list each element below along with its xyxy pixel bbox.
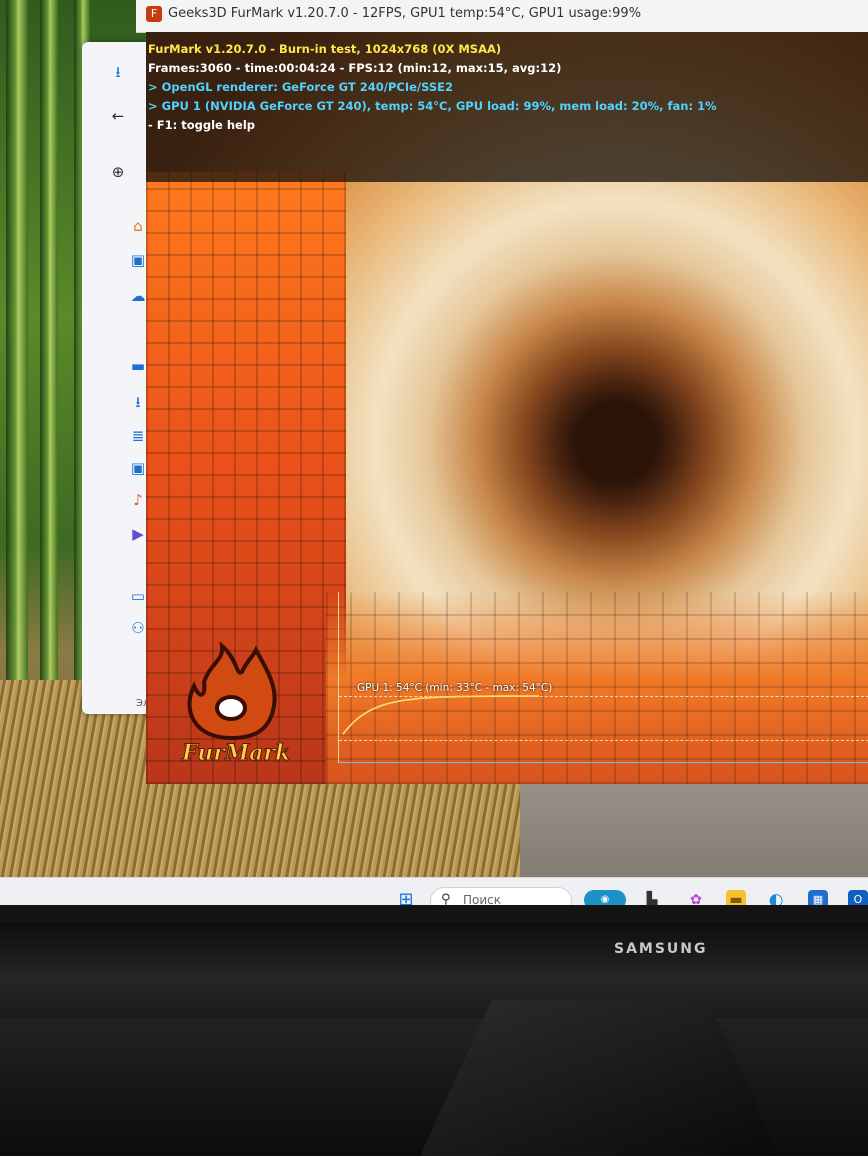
- search-placeholder: Поиск: [463, 893, 502, 905]
- new-plus-icon[interactable]: ⊕: [110, 164, 126, 180]
- documents-folder-icon[interactable]: ≣: [130, 428, 146, 444]
- network-icon[interactable]: ⚇: [130, 620, 146, 636]
- taskbar-search[interactable]: ⚲ Поиск: [430, 887, 572, 905]
- desktop-folder-icon[interactable]: ▬: [130, 358, 146, 374]
- back-arrow-icon[interactable]: ←: [110, 108, 126, 124]
- furmark-logo: FurMark: [176, 640, 326, 782]
- home-icon[interactable]: ⌂: [130, 218, 146, 234]
- pictures-folder-icon[interactable]: ▣: [130, 460, 146, 476]
- furmark-render-viewport[interactable]: FurMark v1.20.7.0 - Burn-in test, 1024x7…: [146, 32, 868, 784]
- widgets-icon[interactable]: ◉: [584, 890, 626, 905]
- hud-frames-line: Frames:3060 - time:00:04:24 - FPS:12 (mi…: [148, 61, 562, 75]
- onedrive-icon[interactable]: ☁: [130, 288, 146, 304]
- furmark-titlebar[interactable]: F Geeks3D FurMark v1.20.7.0 - 12FPS, GPU…: [136, 0, 868, 33]
- start-icon[interactable]: ⊞: [396, 890, 416, 906]
- window-title: Geeks3D FurMark v1.20.7.0 - 12FPS, GPU1 …: [168, 6, 642, 21]
- monitor-bezel: [0, 923, 868, 1018]
- copilot-icon[interactable]: ✿: [686, 890, 706, 905]
- furmark-icon: F: [146, 6, 162, 22]
- edge-icon[interactable]: ◐: [766, 890, 786, 905]
- search-icon: ⚲: [441, 892, 451, 905]
- temperature-graph: GPU 1: 54°C (min: 33°C - max: 54°C): [338, 592, 868, 763]
- videos-folder-icon[interactable]: ▶: [130, 526, 146, 542]
- downloads-folder-icon[interactable]: ⭳: [130, 394, 146, 410]
- temperature-curve: [342, 695, 539, 735]
- bamboo-wallpaper: [40, 0, 58, 700]
- download-icon[interactable]: ⭳: [110, 64, 126, 80]
- monitor-brand-logo: SAMSUNG: [614, 941, 708, 957]
- store-icon[interactable]: ▦: [808, 890, 828, 905]
- hud-overlay: FurMark v1.20.7.0 - Burn-in test, 1024x7…: [146, 32, 868, 182]
- this-pc-icon[interactable]: ▭: [130, 588, 146, 604]
- task-view-icon[interactable]: ▙: [642, 890, 662, 905]
- file-explorer-icon[interactable]: ▬: [726, 890, 746, 905]
- desktop-photo: ⭳ ← ⊕ ⌂ ▣ ☁ ▬ ⭳ ≣ ▣ ♪ ▶ ▭ ⚇ Элеме F Geek…: [0, 0, 868, 905]
- windows-taskbar: ⊞ ⚲ Поиск ◉ ▙ ✿ ▬ ◐ ▦ O: [0, 877, 868, 905]
- bamboo-wallpaper: [6, 0, 28, 700]
- hud-renderer-line: > OpenGL renderer: GeForce GT 240/PCIe/S…: [148, 80, 454, 94]
- hud-title-line: FurMark v1.20.7.0 - Burn-in test, 1024x7…: [148, 42, 502, 56]
- furmark-logo-text: FurMark: [181, 740, 291, 767]
- hud-help-line: - F1: toggle help: [148, 118, 256, 132]
- music-folder-icon[interactable]: ♪: [130, 492, 146, 508]
- gallery-icon[interactable]: ▣: [130, 252, 146, 268]
- hud-gpu-line: > GPU 1 (NVIDIA GeForce GT 240), temp: 5…: [148, 99, 717, 113]
- furmark-flame-icon: [187, 640, 277, 741]
- outlook-icon[interactable]: O: [848, 890, 868, 905]
